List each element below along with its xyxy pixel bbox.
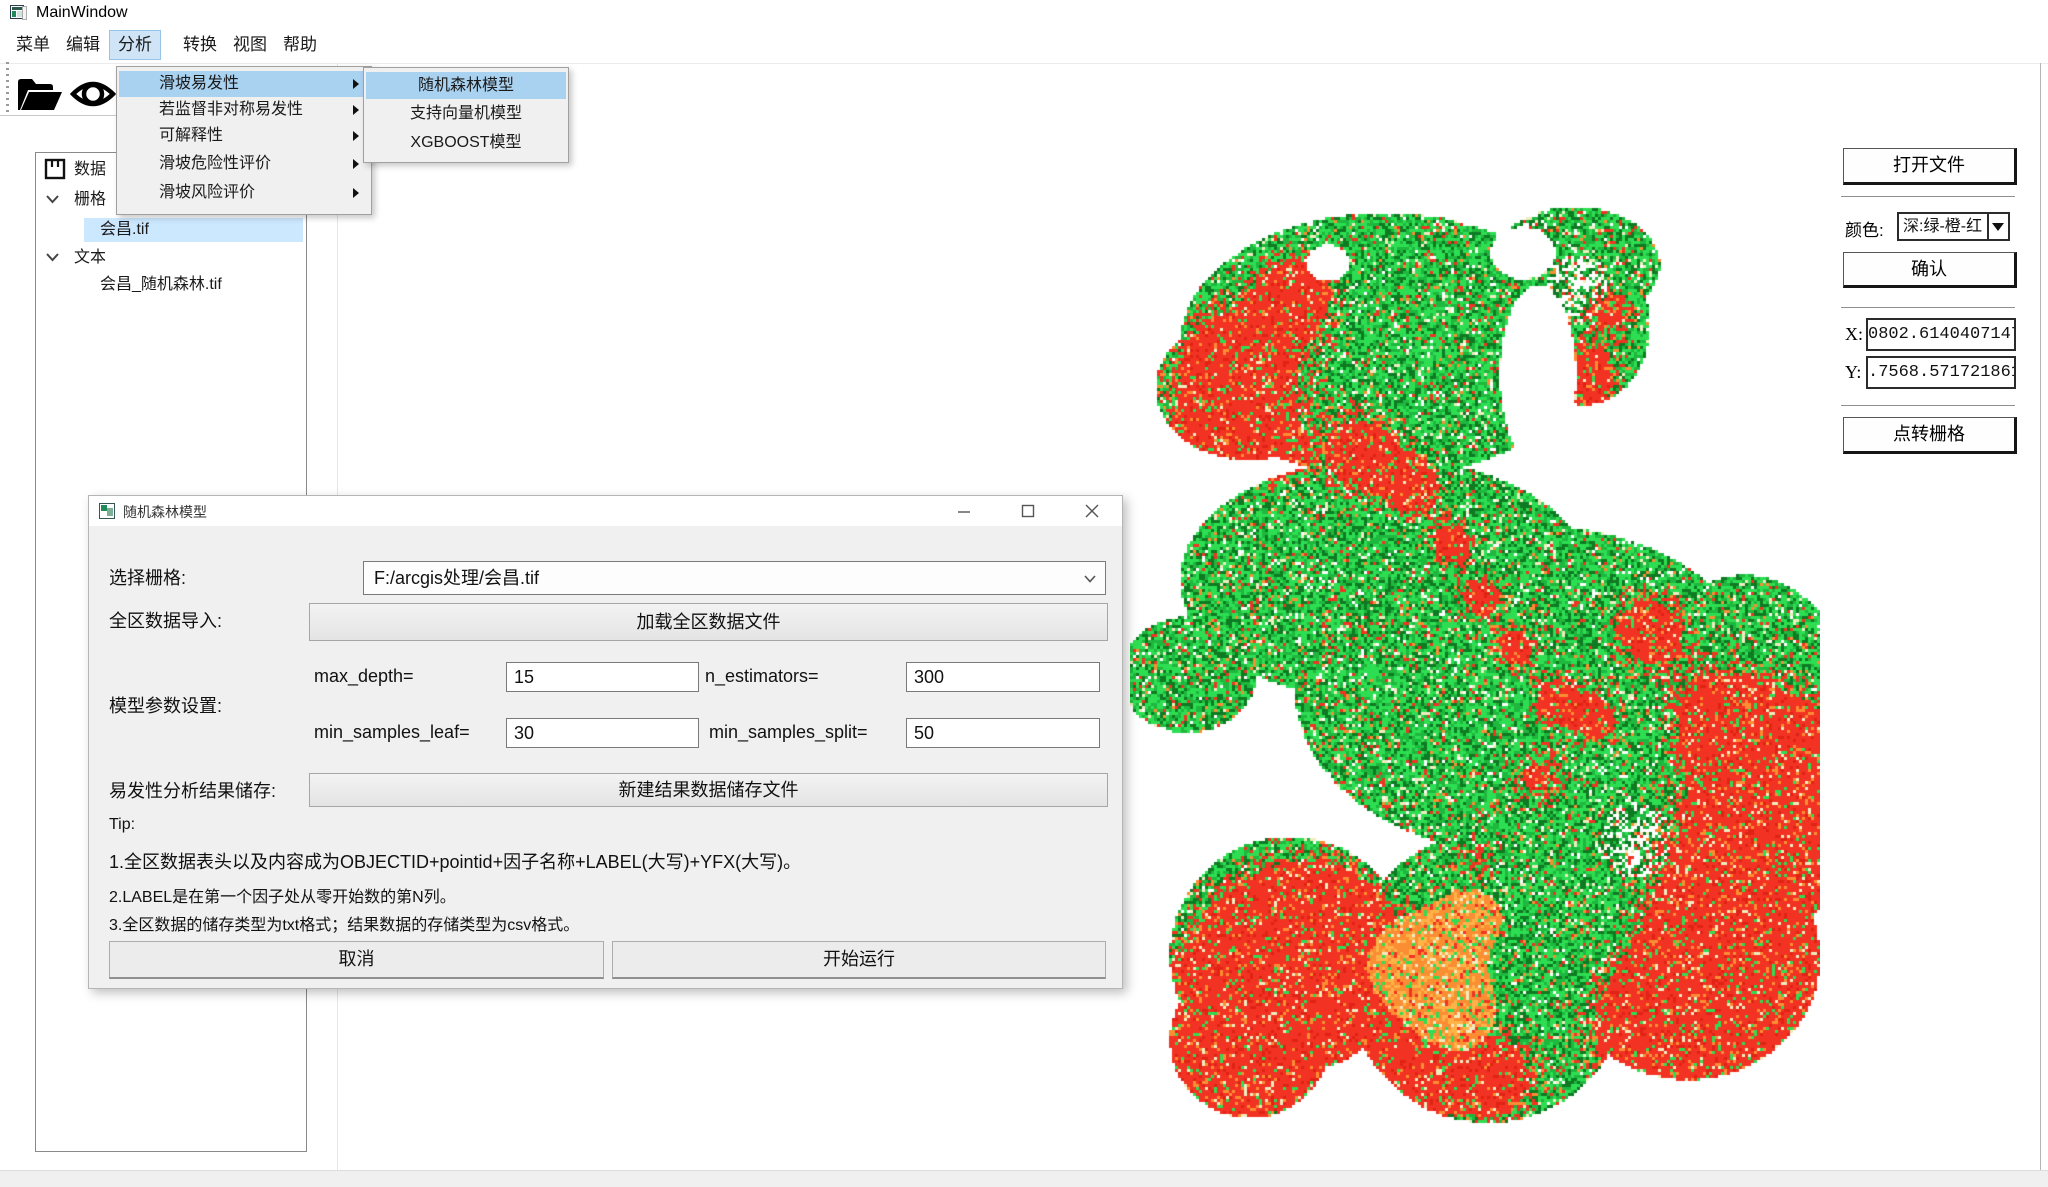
tip-line-1: 1.全区数据表头以及内容成为OBJECTID+pointid+因子名称+LABE… [109,848,801,874]
separator [1841,405,2015,406]
tree-item-huichang-rf-tif[interactable]: 会昌_随机森林.tif [100,273,222,297]
submenu-arrow-icon [353,188,359,198]
new-result-file-button[interactable]: 新建结果数据储存文件 [309,773,1108,807]
point-to-raster-button[interactable]: 点转栅格 [1843,417,2017,454]
x-coordinate-field[interactable]: 0802.6140407147 [1866,318,2016,351]
y-coordinate-field[interactable]: .7568.571721861 [1866,356,2016,389]
tip-title: Tip: [109,816,135,834]
chevron-down-icon[interactable] [45,194,60,205]
susceptibility-submenu-popup: 随机森林模型 支持向量机模型 XGBOOST模型 [363,67,569,163]
chevron-down-icon [1992,223,2004,231]
submenu-arrow-icon [353,159,359,169]
main-window: MainWindow 菜单 编辑 分析 转换 视图 帮助 数据 栅格 会昌.ti… [0,0,2048,1187]
close-icon[interactable] [1085,504,1099,518]
run-button[interactable]: 开始运行 [612,941,1106,979]
menu-item-label: 滑坡风险评价 [159,184,255,201]
separator [1841,307,2015,308]
min-samples-leaf-input[interactable]: 30 [506,718,699,748]
submenu-arrow-icon [353,79,359,89]
separator [1841,196,2015,197]
chevron-down-icon [1083,574,1097,584]
menu-item-interpretability[interactable]: 可解释性 [119,123,369,149]
menu-item-risk-evaluation[interactable]: 滑坡风险评价 [119,178,369,207]
menu-item-semisupervised[interactable]: 若监督非对称易发性 [119,97,369,123]
window-titlebar: MainWindow [0,0,2048,27]
window-title: MainWindow [36,4,128,22]
raster-select-label: 选择栅格: [109,564,186,590]
load-region-data-button[interactable]: 加载全区数据文件 [309,603,1108,641]
susceptibility-map-canvas[interactable] [1130,160,1820,1150]
menubar-item-analysis[interactable]: 分析 [110,31,160,59]
maximize-icon[interactable] [1021,504,1035,518]
open-folder-icon[interactable] [16,74,64,114]
result-store-label: 易发性分析结果储存: [109,777,276,803]
raster-select-combobox[interactable]: F:/arcgis处理/会昌.tif [363,561,1106,595]
menu-item-hazard-evaluation[interactable]: 滑坡危险性评价 [119,149,369,178]
submenu-arrow-icon [353,131,359,141]
n-estimators-label: n_estimators= [705,666,819,687]
color-ramp-select[interactable]: 深:绿-橙-红 [1897,212,2010,241]
min-samples-split-label: min_samples_split= [709,722,868,743]
status-bar [0,1170,2048,1187]
analysis-menu-popup: 滑坡易发性 若监督非对称易发性 可解释性 滑坡危险性评价 滑坡风险评价 [116,66,372,215]
tree-item-huichang-tif[interactable]: 会昌.tif [84,218,303,242]
menu-item-landslide-susceptibility[interactable]: 滑坡易发性 [119,71,369,97]
region-import-label: 全区数据导入: [109,607,222,633]
tree-group-text[interactable]: 文本 [74,246,106,270]
menubar-item-help[interactable]: 帮助 [275,31,325,59]
right-panel-divider [2040,63,2041,1170]
min-samples-leaf-label: min_samples_leaf= [314,722,470,743]
n-estimators-input[interactable]: 300 [906,662,1100,692]
submenu-arrow-icon [353,105,359,115]
submenu-item-xgboost[interactable]: XGBOOST模型 [366,128,566,157]
color-label: 颜色: [1845,216,1884,241]
data-layers-icon [44,158,66,180]
submenu-item-svm[interactable]: 支持向量机模型 [366,99,566,128]
minimize-icon[interactable] [957,505,971,519]
dialog-titlebar[interactable]: 随机森林模型 [89,496,1122,526]
tip-line-2: 2.LABEL是在第一个因子处从零开始数的第N列。 [109,883,456,907]
menu-item-label: 可解释性 [159,127,223,144]
cancel-button[interactable]: 取消 [109,941,604,979]
menu-item-label: 滑坡易发性 [159,75,239,92]
menubar-item-convert[interactable]: 转换 [175,31,225,59]
menubar-item-view[interactable]: 视图 [225,31,275,59]
app-window-icon [10,5,27,22]
submenu-item-random-forest[interactable]: 随机森林模型 [366,72,566,99]
tree-item-label: 会昌.tif [84,221,149,238]
menubar-item-edit[interactable]: 编辑 [58,31,108,59]
menu-item-label: 滑坡危险性评价 [159,155,271,172]
max-depth-input[interactable]: 15 [506,662,699,692]
y-coordinate-label: Y: [1845,362,1861,383]
tree-root-data[interactable]: 数据 [74,158,106,182]
model-params-label: 模型参数设置: [109,692,222,718]
dialog-title: 随机森林模型 [123,502,207,522]
dialog-icon [99,503,115,519]
random-forest-dialog: 随机森林模型 选择栅格: F:/arcgis处理/会昌.tif 全区数据导入: … [88,495,1123,989]
menubar-item-menu[interactable]: 菜单 [8,31,58,59]
max-depth-label: max_depth= [314,666,414,687]
color-ramp-value: 深:绿-橙-红 [1903,215,1982,239]
chevron-down-icon[interactable] [45,252,60,263]
open-file-button[interactable]: 打开文件 [1843,148,2017,185]
combo-dropdown-button[interactable] [1987,214,2008,239]
x-coordinate-label: X: [1845,324,1863,345]
raster-select-value: F:/arcgis处理/会昌.tif [374,568,539,588]
toolbar-drag-handle[interactable] [6,62,9,112]
eye-icon[interactable] [70,72,116,116]
confirm-button[interactable]: 确认 [1843,252,2017,288]
tree-group-raster[interactable]: 栅格 [74,188,106,212]
tip-line-3: 3.全区数据的储存类型为txt格式；结果数据的存储类型为csv格式。 [109,911,579,935]
menu-item-label: 若监督非对称易发性 [159,101,303,118]
min-samples-split-input[interactable]: 50 [906,718,1100,748]
